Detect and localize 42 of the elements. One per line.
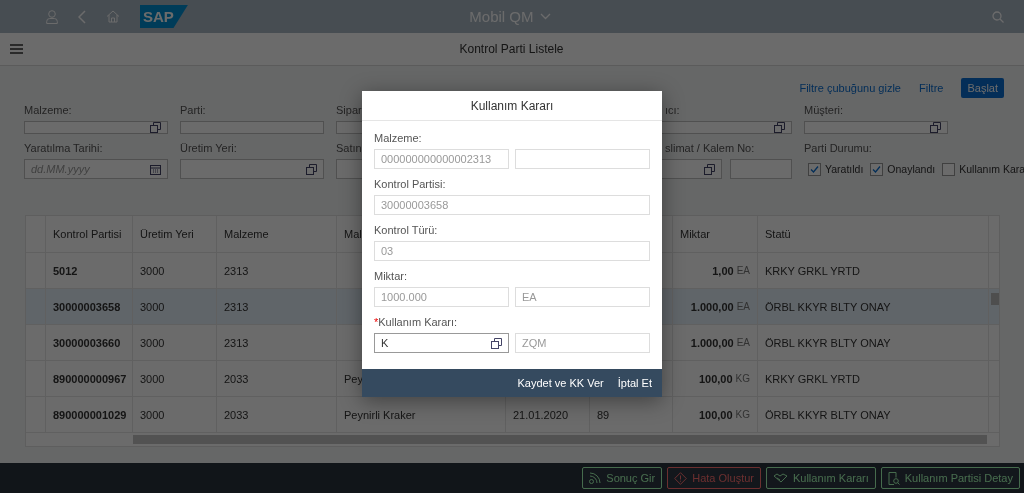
filter-label: Parti: xyxy=(180,104,207,117)
quantity-cell: 1,00 EA xyxy=(673,253,758,288)
quantity-cell: 100,00 KG xyxy=(673,397,758,432)
table-cell: ÖRBL KKYR BLTY ONAY xyxy=(758,397,989,432)
quantity-cell: 1.000,00 EA xyxy=(673,325,758,360)
checkbox-label: Onaylandı xyxy=(887,163,936,175)
table-cell: 2033 xyxy=(217,397,337,432)
filter-label: Müşteri: xyxy=(804,104,845,117)
table-cell: 2313 xyxy=(217,253,337,288)
table-cell: 890000000967 xyxy=(46,361,133,396)
table-cell: 3000 xyxy=(133,253,217,288)
table-cell: 5012 xyxy=(46,253,133,288)
page-title: Kontrol Parti Listele xyxy=(458,42,565,56)
table-cell: 30000003658 xyxy=(46,289,133,324)
field-label: *Kullanım Kararı: xyxy=(374,316,458,329)
filter-label: Parti Durumu: xyxy=(804,142,873,155)
filter-label: Üretim Yeri: xyxy=(180,142,238,155)
field-label: Malzeme: xyxy=(374,132,422,145)
table-cell: KRKY GRKL YRTD xyxy=(758,253,989,288)
filter-label: Satın xyxy=(336,142,363,155)
filter-label: slimat / Kalem No: xyxy=(664,142,756,155)
table-cell: 3000 xyxy=(133,289,217,324)
quantity-cell: 100,00 KG xyxy=(673,361,758,396)
field-label: Kontrol Partisi: xyxy=(374,178,446,191)
table-cell: 890000001029 xyxy=(46,397,133,432)
field-label: Kontrol Türü: xyxy=(374,224,438,237)
table-cell: 2033 xyxy=(217,361,337,396)
table-cell: 3000 xyxy=(133,397,217,432)
table-cell: 3000 xyxy=(133,361,217,396)
table-cell: ÖRBL KKYR BLTY ONAY xyxy=(758,325,989,360)
filter-label: Yaratılma Tarihi: xyxy=(24,142,104,155)
table-cell: KRKY GRKL YRTD xyxy=(758,361,989,396)
checkbox-label: Yaratıldı xyxy=(825,163,864,175)
table-cell: ÖRBL KKYR BLTY ONAY xyxy=(758,289,989,324)
table-cell: 2313 xyxy=(217,325,337,360)
dialog-title: Kullanım Kararı xyxy=(362,91,662,121)
table-cell: 2313 xyxy=(217,289,337,324)
field-label: Miktar: xyxy=(374,270,407,283)
filter-label: Malzeme: xyxy=(24,104,73,117)
table-cell: 3000 xyxy=(133,325,217,360)
table-cell: 30000003660 xyxy=(46,325,133,360)
filter-label: ıcı: xyxy=(664,104,681,117)
